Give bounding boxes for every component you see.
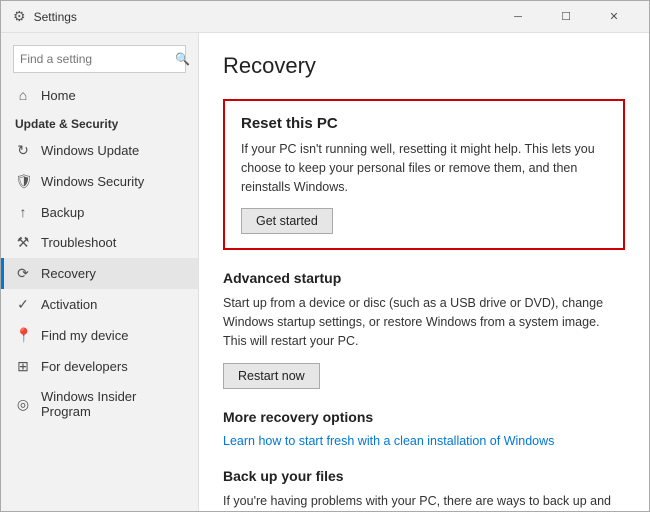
reset-section: Reset this PC If your PC isn't running w…: [223, 99, 625, 250]
page-title: Recovery: [223, 53, 625, 79]
sidebar-item-for-developers[interactable]: ⊞ For developers: [1, 351, 198, 382]
sidebar-item-label: Troubleshoot: [41, 235, 116, 250]
sidebar-item-recovery[interactable]: ⟳ Recovery: [1, 258, 198, 289]
sidebar-item-label: For developers: [41, 359, 128, 374]
restart-now-button[interactable]: Restart now: [223, 363, 320, 389]
find-device-icon: 📍: [15, 327, 31, 344]
more-recovery-title: More recovery options: [223, 409, 625, 425]
close-button[interactable]: ✕: [591, 1, 637, 33]
sidebar-item-activation[interactable]: ✓ Activation: [1, 289, 198, 320]
troubleshoot-icon: ⚒: [15, 234, 31, 251]
advanced-startup-desc: Start up from a device or disc (such as …: [223, 294, 625, 350]
window-controls: ─ ☐ ✕: [495, 1, 637, 33]
sidebar-item-troubleshoot[interactable]: ⚒ Troubleshoot: [1, 227, 198, 258]
search-box[interactable]: 🔍: [13, 45, 186, 73]
sidebar-item-label: Backup: [41, 205, 84, 220]
sidebar-item-backup[interactable]: ↑ Backup: [1, 197, 198, 227]
sidebar-item-home[interactable]: ⌂ Home: [1, 81, 198, 109]
sidebar-item-label: Windows Update: [41, 143, 139, 158]
reset-section-title: Reset this PC: [241, 115, 607, 132]
backup-files-section: Back up your files If you're having prob…: [223, 468, 625, 512]
sidebar-home-label: Home: [41, 88, 76, 103]
recovery-icon: ⟳: [15, 265, 31, 282]
more-recovery-section: More recovery options Learn how to start…: [223, 409, 625, 448]
advanced-startup-section: Advanced startup Start up from a device …: [223, 270, 625, 388]
settings-window: ⚙ Settings ─ ☐ ✕ 🔍 ⌂ Home Update & Secur…: [0, 0, 650, 512]
window-title: Settings: [34, 10, 495, 24]
main-content: 🔍 ⌂ Home Update & Security ↻ Windows Upd…: [1, 33, 649, 511]
developers-icon: ⊞: [15, 358, 31, 375]
minimize-button[interactable]: ─: [495, 1, 541, 33]
reset-section-desc: If your PC isn't running well, resetting…: [241, 140, 607, 196]
sidebar-item-label: Activation: [41, 297, 97, 312]
get-started-button[interactable]: Get started: [241, 208, 333, 234]
sidebar-item-label: Find my device: [41, 328, 128, 343]
home-icon: ⌂: [15, 87, 31, 103]
search-icon: 🔍: [175, 52, 190, 66]
backup-icon: ↑: [15, 204, 31, 220]
titlebar: ⚙ Settings ─ ☐ ✕: [1, 1, 649, 33]
sidebar-item-find-my-device[interactable]: 📍 Find my device: [1, 320, 198, 351]
maximize-button[interactable]: ☐: [543, 1, 589, 33]
sidebar-section-title: Update & Security: [1, 109, 198, 135]
backup-files-desc: If you're having problems with your PC, …: [223, 492, 625, 512]
advanced-startup-title: Advanced startup: [223, 270, 625, 286]
sidebar-item-windows-update[interactable]: ↻ Windows Update: [1, 135, 198, 166]
sidebar-item-label: Windows Insider Program: [41, 389, 184, 419]
activation-icon: ✓: [15, 296, 31, 313]
sidebar: 🔍 ⌂ Home Update & Security ↻ Windows Upd…: [1, 33, 199, 511]
windows-update-icon: ↻: [15, 142, 31, 159]
sidebar-item-label: Windows Security: [41, 174, 144, 189]
insider-icon: ◎: [15, 396, 31, 413]
sidebar-item-windows-security[interactable]: 🛡 Windows Security: [1, 166, 198, 197]
search-input[interactable]: [20, 52, 175, 66]
windows-security-icon: 🛡: [15, 173, 31, 190]
backup-files-title: Back up your files: [223, 468, 625, 484]
main-panel: Recovery Reset this PC If your PC isn't …: [199, 33, 649, 511]
clean-install-link[interactable]: Learn how to start fresh with a clean in…: [223, 434, 554, 448]
sidebar-item-label: Recovery: [41, 266, 96, 281]
app-icon: ⚙: [13, 8, 26, 25]
sidebar-item-windows-insider[interactable]: ◎ Windows Insider Program: [1, 382, 198, 426]
